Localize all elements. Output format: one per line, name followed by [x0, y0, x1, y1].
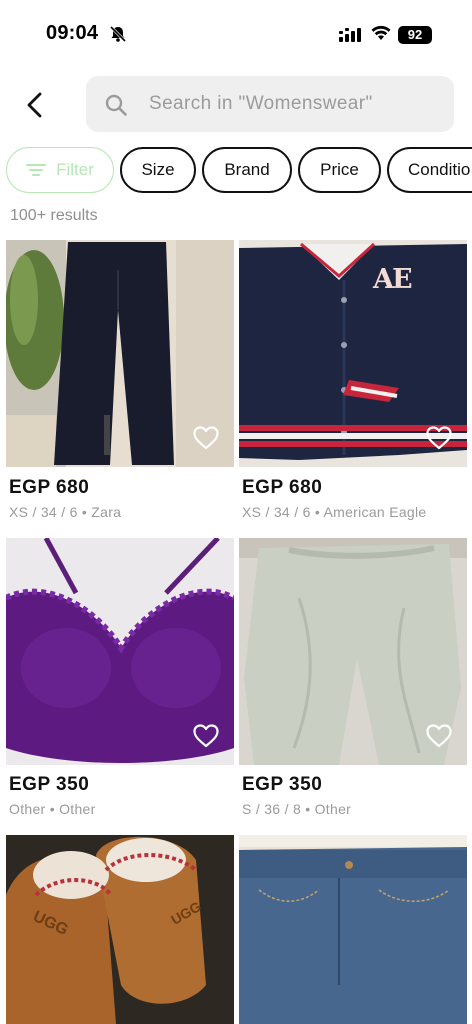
condition-chip[interactable]: Conditio	[387, 147, 472, 193]
price-label: Price	[320, 160, 359, 179]
product-image[interactable]: AE	[239, 240, 467, 467]
heart-icon[interactable]	[193, 724, 219, 748]
filter-button[interactable]: Filter	[6, 147, 114, 193]
product-meta: Other • Other	[9, 801, 96, 817]
search-icon	[105, 94, 127, 116]
product-card[interactable]: EGP 350 S / 36 / 8 • Other	[239, 538, 467, 828]
product-image[interactable]	[6, 240, 234, 467]
bell-muted-icon	[109, 25, 127, 43]
product-price: EGP 680	[9, 477, 90, 498]
filter-chips-bar: Filter Size Brand Price Conditio	[6, 147, 472, 195]
product-price: EGP 350	[242, 774, 323, 795]
search-placeholder: Search in "Womenswear"	[149, 93, 373, 114]
brand-label: Brand	[224, 160, 270, 179]
brand-chip[interactable]: Brand	[202, 147, 292, 193]
product-card[interactable]: AE EGP 680 XS / 34 / 6 • American Eagle	[239, 240, 467, 530]
product-card[interactable]: EGP 680 XS / 34 / 6 • Zara	[6, 240, 234, 530]
product-price: EGP 350	[9, 774, 90, 795]
product-image[interactable]: UGG UGG	[6, 835, 234, 1024]
size-label: Size	[141, 160, 175, 179]
status-bar: 09:04 92	[0, 0, 472, 70]
heart-icon[interactable]	[426, 724, 452, 748]
product-card[interactable]: UGG UGG	[6, 835, 234, 1024]
price-chip[interactable]: Price	[298, 147, 381, 193]
product-meta: S / 36 / 8 • Other	[242, 801, 352, 817]
filter-lines-icon	[26, 164, 47, 176]
back-button[interactable]	[18, 86, 52, 124]
search-input[interactable]: Search in "Womenswear"	[86, 76, 454, 132]
results-count: 100+ results	[10, 207, 98, 224]
product-card[interactable]: EGP 350 Other • Other	[6, 538, 234, 828]
product-card[interactable]	[239, 835, 467, 1024]
jacket-logo-text: AE	[373, 264, 413, 295]
product-image[interactable]	[239, 538, 467, 765]
wifi-icon	[371, 25, 391, 40]
size-chip[interactable]: Size	[120, 147, 196, 193]
battery-indicator: 92	[398, 26, 432, 44]
heart-icon[interactable]	[193, 426, 219, 450]
product-price: EGP 680	[242, 477, 323, 498]
chevron-left-icon	[27, 92, 42, 118]
product-image[interactable]	[6, 538, 234, 765]
filter-label: Filter	[56, 160, 94, 179]
heart-icon[interactable]	[426, 426, 452, 450]
condition-label: Conditio	[408, 160, 471, 179]
product-photo-blue-jeans	[239, 835, 467, 1024]
cellular-signal-icon	[339, 28, 361, 42]
status-time: 09:04	[46, 22, 99, 44]
product-meta: XS / 34 / 6 • Zara	[9, 504, 122, 520]
product-image[interactable]	[239, 835, 467, 1024]
product-meta: XS / 34 / 6 • American Eagle	[242, 504, 427, 520]
